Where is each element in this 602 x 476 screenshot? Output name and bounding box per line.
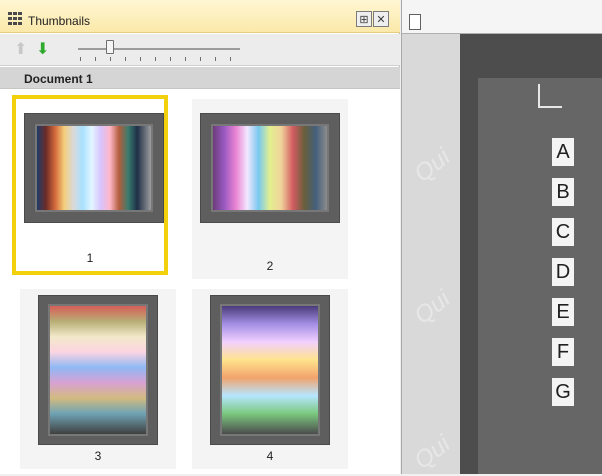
slider-tick xyxy=(155,57,156,61)
row-letter: G xyxy=(552,378,574,406)
watermark: Qui xyxy=(409,143,456,188)
row-letter: D xyxy=(552,258,574,286)
thumbnail-3-image xyxy=(38,295,158,445)
slider-tick xyxy=(95,57,96,61)
thumbnail-2-image xyxy=(200,113,340,223)
document-header: Document 1 xyxy=(0,67,400,89)
document-view-panel: Qui Qui Qui A B C D E F G xyxy=(401,0,602,475)
document-icon xyxy=(409,14,421,30)
slider-tick xyxy=(215,57,216,61)
document-viewer[interactable]: Qui Qui Qui A B C D E F G xyxy=(402,34,602,475)
pin-icon: ⊞ xyxy=(359,13,369,26)
document-title: Document 1 xyxy=(24,72,93,86)
thumbnails-titlebar: Thumbnails ⊞ ✕ xyxy=(0,0,400,33)
thumbnail-4-image xyxy=(210,295,330,445)
previous-page-arrow-icon[interactable]: ⬆ xyxy=(14,39,32,58)
watermark: Qui xyxy=(409,285,456,330)
row-letter: B xyxy=(552,178,574,206)
slider-tick xyxy=(80,57,81,61)
thumbnail-size-slider[interactable] xyxy=(78,48,240,50)
slider-tick xyxy=(230,57,231,61)
thumbnail-label: 3 xyxy=(94,449,102,463)
close-icon: ✕ xyxy=(376,13,386,26)
document-tab[interactable] xyxy=(402,0,602,34)
slider-tick xyxy=(170,57,171,61)
row-letter: C xyxy=(552,218,574,246)
watermark: Qui xyxy=(409,430,456,475)
crop-corner-mark xyxy=(538,84,562,108)
color-chart-image xyxy=(48,304,148,436)
slider-thumb[interactable] xyxy=(106,40,114,54)
thumbnail-label: 1 xyxy=(86,251,94,265)
slider-tick xyxy=(125,57,126,61)
pin-button[interactable]: ⊞ xyxy=(356,11,372,27)
slider-tick xyxy=(140,57,141,61)
row-letters: A B C D E F G xyxy=(552,138,574,406)
thumbnail-label: 4 xyxy=(266,449,274,463)
color-chart-image xyxy=(220,304,320,436)
next-page-arrow-icon[interactable]: ⬇ xyxy=(36,39,54,58)
thumbnail-1[interactable]: 1 xyxy=(12,95,168,275)
thumbnail-3[interactable]: 3 xyxy=(20,289,176,469)
color-chart-image xyxy=(35,124,153,212)
thumbnail-2[interactable]: 2 xyxy=(192,99,348,279)
thumbnail-4[interactable]: 4 xyxy=(192,289,348,469)
thumbnails-toolbar: ⬆ ⬇ xyxy=(0,34,400,66)
thumbnail-1-image xyxy=(24,113,164,223)
thumbnail-grid: 1 2 3 4 xyxy=(0,89,400,474)
page-image xyxy=(478,78,602,474)
row-letter: A xyxy=(552,138,574,166)
row-letter: F xyxy=(552,338,574,366)
slider-tick xyxy=(185,57,186,61)
panel-title: Thumbnails xyxy=(28,14,91,28)
color-chart-image xyxy=(211,124,329,212)
close-button[interactable]: ✕ xyxy=(373,11,389,27)
thumbnails-panel: Thumbnails ⊞ ✕ ⬆ ⬇ Document 1 1 2 3 4 xyxy=(0,0,400,474)
row-letter: E xyxy=(552,298,574,326)
slider-tick xyxy=(110,57,111,61)
thumbnails-grid-icon xyxy=(8,12,24,26)
thumbnail-label: 2 xyxy=(266,259,274,273)
slider-tick xyxy=(200,57,201,61)
